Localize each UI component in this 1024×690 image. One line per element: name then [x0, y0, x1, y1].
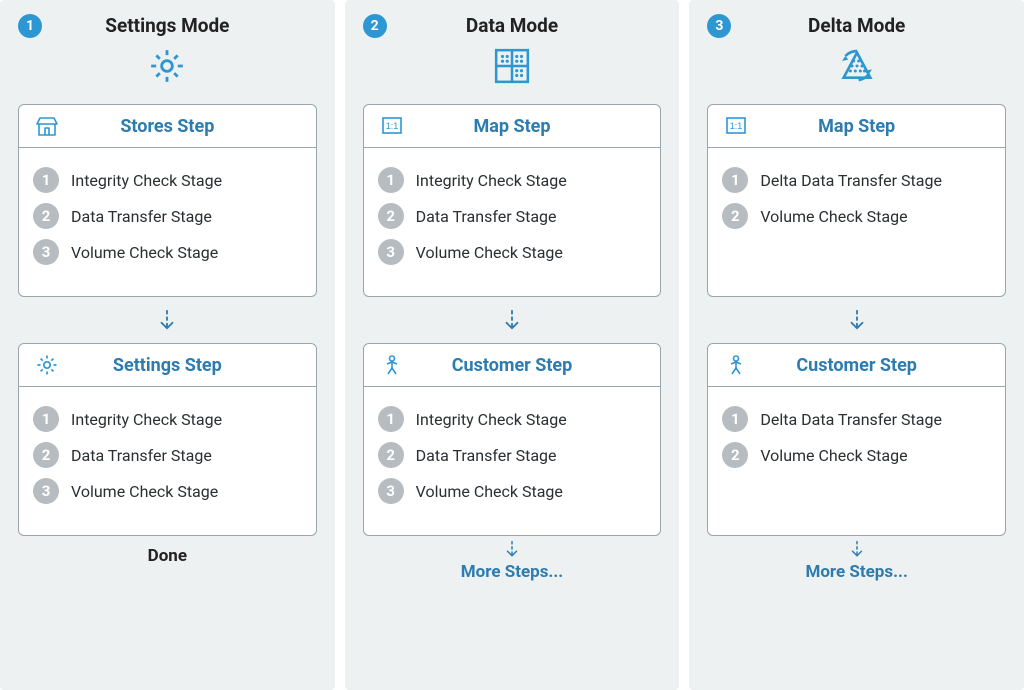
stage-number-badge: 1	[378, 406, 404, 432]
stage-number-badge: 1	[722, 406, 748, 432]
card-body: 1 Delta Data Transfer Stage 2 Volume Che…	[708, 387, 1005, 535]
stage-row: 2 Data Transfer Stage	[33, 198, 302, 234]
more-steps-label: More Steps...	[461, 562, 563, 582]
stage-number-badge: 3	[33, 239, 59, 265]
stage-row: 1 Integrity Check Stage	[33, 401, 302, 437]
card-body: 1 Integrity Check Stage 2 Data Transfer …	[364, 148, 661, 296]
stage-number-badge: 1	[722, 167, 748, 193]
card-header: Customer Step	[364, 344, 661, 387]
card-title: Map Step	[724, 116, 989, 137]
stage-number-badge: 3	[378, 239, 404, 265]
card-title: Customer Step	[724, 355, 989, 376]
stage-label: Data Transfer Stage	[71, 207, 212, 226]
map-step-card: Map Step 1 Delta Data Transfer Stage 2 V…	[707, 104, 1006, 297]
card-header: Map Step	[708, 105, 1005, 148]
stage-number-badge: 2	[378, 203, 404, 229]
stage-number-badge: 2	[378, 442, 404, 468]
card-title: Map Step	[380, 116, 645, 137]
stage-label: Integrity Check Stage	[416, 171, 567, 190]
stage-row: 3 Volume Check Stage	[33, 234, 302, 270]
card-header: Stores Step	[19, 105, 316, 148]
column-title: Delta Mode	[707, 14, 1006, 37]
stage-label: Delta Data Transfer Stage	[760, 171, 942, 190]
delta-mode-column: 3 Delta Mode Map Step 1 Delta Data Trans…	[689, 0, 1024, 690]
gear-icon	[147, 44, 187, 88]
stage-row: 3 Volume Check Stage	[378, 473, 647, 509]
card-title: Stores Step	[35, 116, 300, 137]
stage-label: Volume Check Stage	[416, 482, 563, 501]
stage-label: Volume Check Stage	[71, 482, 218, 501]
delta-icon	[834, 44, 880, 88]
stage-row: 3 Volume Check Stage	[378, 234, 647, 270]
data-mode-column: 2 Data Mode Map Step 1 Integrity Check S…	[345, 0, 680, 690]
stage-row: 1 Integrity Check Stage	[378, 401, 647, 437]
stage-row: 1 Delta Data Transfer Stage	[722, 162, 991, 198]
card-body: 1 Integrity Check Stage 2 Data Transfer …	[364, 387, 661, 535]
arrow-down-icon	[503, 536, 521, 562]
arrow-down-icon	[501, 297, 523, 343]
column-header: 2 Data Mode	[363, 14, 662, 38]
stage-row: 2 Data Transfer Stage	[33, 437, 302, 473]
stage-number-badge: 2	[722, 442, 748, 468]
stage-label: Integrity Check Stage	[71, 171, 222, 190]
column-header: 1 Settings Mode	[18, 14, 317, 38]
column-title: Data Mode	[363, 14, 662, 37]
map-step-card: Map Step 1 Integrity Check Stage 2 Data …	[363, 104, 662, 297]
stage-label: Volume Check Stage	[760, 446, 907, 465]
card-header: Customer Step	[708, 344, 1005, 387]
card-body: 1 Integrity Check Stage 2 Data Transfer …	[19, 387, 316, 535]
stage-label: Data Transfer Stage	[416, 446, 557, 465]
stage-number-badge: 2	[33, 203, 59, 229]
stage-label: Volume Check Stage	[760, 207, 907, 226]
stage-label: Integrity Check Stage	[71, 410, 222, 429]
stage-number-badge: 1	[33, 406, 59, 432]
stage-number-badge: 3	[33, 478, 59, 504]
grid-icon	[493, 44, 531, 88]
card-header: Map Step	[364, 105, 661, 148]
column-footer: More Steps...	[707, 562, 1006, 582]
customer-step-card: Customer Step 1 Delta Data Transfer Stag…	[707, 343, 1006, 536]
done-label: Done	[148, 546, 187, 566]
stage-number-badge: 2	[722, 203, 748, 229]
column-header: 3 Delta Mode	[707, 14, 1006, 38]
card-body: 1 Integrity Check Stage 2 Data Transfer …	[19, 148, 316, 296]
stage-row: 1 Integrity Check Stage	[378, 162, 647, 198]
settings-step-card: Settings Step 1 Integrity Check Stage 2 …	[18, 343, 317, 536]
arrow-down-icon	[156, 297, 178, 343]
column-title: Settings Mode	[18, 14, 317, 37]
stage-number-badge: 2	[33, 442, 59, 468]
stage-number-badge: 1	[378, 167, 404, 193]
card-header: Settings Step	[19, 344, 316, 387]
stage-row: 2 Data Transfer Stage	[378, 198, 647, 234]
modes-grid: 1 Settings Mode Stores Step 1 Integrity …	[0, 0, 1024, 690]
stage-row: 1 Integrity Check Stage	[33, 162, 302, 198]
stage-row: 2 Data Transfer Stage	[378, 437, 647, 473]
stage-label: Data Transfer Stage	[416, 207, 557, 226]
stage-row: 1 Delta Data Transfer Stage	[722, 401, 991, 437]
arrow-down-icon	[846, 297, 868, 343]
stores-step-card: Stores Step 1 Integrity Check Stage 2 Da…	[18, 104, 317, 297]
customer-step-card: Customer Step 1 Integrity Check Stage 2 …	[363, 343, 662, 536]
column-footer: More Steps...	[363, 562, 662, 582]
stage-row: 2 Volume Check Stage	[722, 198, 991, 234]
stage-label: Volume Check Stage	[416, 243, 563, 262]
settings-mode-column: 1 Settings Mode Stores Step 1 Integrity …	[0, 0, 335, 690]
card-title: Settings Step	[35, 355, 300, 376]
stage-label: Volume Check Stage	[71, 243, 218, 262]
stage-number-badge: 3	[378, 478, 404, 504]
stage-label: Integrity Check Stage	[416, 410, 567, 429]
stage-label: Delta Data Transfer Stage	[760, 410, 942, 429]
card-title: Customer Step	[380, 355, 645, 376]
stage-row: 2 Volume Check Stage	[722, 437, 991, 473]
arrow-down-icon	[848, 536, 866, 562]
card-body: 1 Delta Data Transfer Stage 2 Volume Che…	[708, 148, 1005, 296]
stage-row: 3 Volume Check Stage	[33, 473, 302, 509]
stage-label: Data Transfer Stage	[71, 446, 212, 465]
more-steps-label: More Steps...	[805, 562, 907, 582]
column-footer: Done	[18, 536, 317, 576]
stage-number-badge: 1	[33, 167, 59, 193]
